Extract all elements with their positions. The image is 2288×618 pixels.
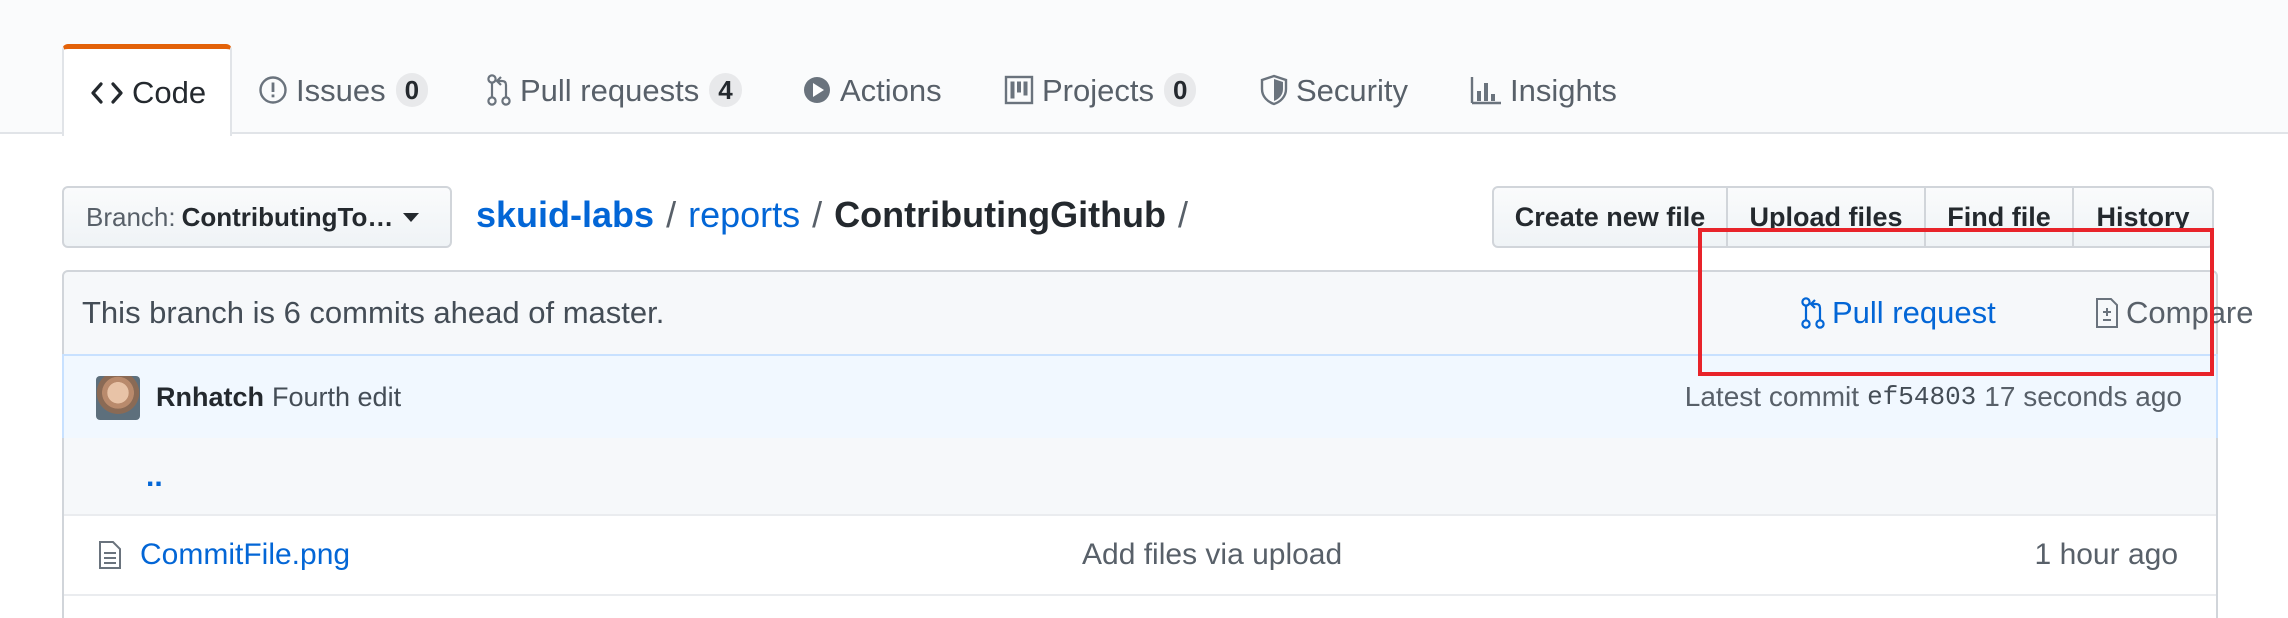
parent-directory-link[interactable]: .. [146, 438, 163, 516]
tab-label: Pull requests [520, 72, 700, 108]
repo-tab-nav: Code Issues 0 Pull requests 4 Actions Pr… [0, 0, 2288, 136]
file-actions-group: Create new file Upload files Find file H… [1492, 186, 2214, 248]
upload-files-button[interactable]: Upload files [1726, 186, 1926, 248]
commit-author[interactable]: Rnhatch [156, 382, 264, 413]
tab-label: Insights [1510, 72, 1617, 108]
breadcrumb-separator: / [812, 194, 823, 235]
branch-select-button[interactable]: Branch: ContributingTo… [62, 186, 452, 248]
projects-counter: 0 [1163, 72, 1197, 108]
branch-name: ContributingTo… [181, 201, 394, 232]
pull-requests-counter: 4 [709, 72, 742, 108]
tab-label: Projects [1042, 72, 1154, 108]
play-icon [802, 75, 832, 105]
breadcrumb-separator: / [1178, 194, 1189, 235]
file-table: .. CommitFile.png Add files via upload 1… [62, 438, 2218, 618]
branch-select-prefix: Branch: [86, 201, 176, 232]
project-icon [1004, 75, 1034, 105]
tab-insights[interactable]: Insights [1470, 46, 1617, 134]
pull-request-label: Pull request [1832, 295, 1996, 330]
compare-link[interactable]: Compare [2094, 272, 2254, 354]
compare-label: Compare [2126, 295, 2254, 330]
history-button[interactable]: History [2072, 186, 2214, 248]
pull-request-icon [1800, 296, 1826, 330]
shield-icon [1260, 74, 1288, 106]
create-new-file-button[interactable]: Create new file [1492, 186, 1728, 248]
latest-commit-bar: Rnhatch Fourth edit Latest commit ef5480… [62, 354, 2218, 440]
table-row: .. [64, 438, 2216, 516]
tab-actions[interactable]: Actions [802, 46, 942, 134]
breadcrumb-owner-link[interactable]: skuid-labs [476, 194, 654, 236]
file-age: 1 hour ago [2034, 538, 2178, 571]
file-name-link[interactable]: CommitFile.png [140, 516, 350, 594]
table-row: CommitFile.png Add files via upload 1 ho… [64, 516, 2216, 596]
breadcrumb: skuid-labs / reports / ContributingGithu… [476, 190, 1200, 240]
file-commit-message[interactable]: Add files via upload [1082, 516, 1342, 594]
breadcrumb-separator: / [666, 194, 677, 235]
tab-label: Issues [296, 72, 386, 108]
code-icon [90, 81, 124, 105]
graph-icon [1470, 75, 1502, 105]
breadcrumb-current-folder: ContributingGithub [834, 194, 1167, 235]
branch-status-bar: This branch is 6 commits ahead of master… [62, 270, 2254, 356]
commit-author-group: Rnhatch Fourth edit [156, 356, 401, 438]
tab-projects[interactable]: Projects 0 [1004, 46, 1197, 134]
pull-request-link[interactable]: Pull request [1800, 272, 1996, 354]
avatar[interactable] [96, 376, 140, 420]
breadcrumb-repo-link[interactable]: reports [688, 194, 800, 236]
chevron-down-icon [403, 212, 420, 222]
tab-code[interactable]: Code [62, 44, 232, 136]
tab-pull-requests[interactable]: Pull requests 4 [486, 46, 742, 134]
file-icon [98, 540, 122, 575]
commit-sha[interactable]: ef54803 [1867, 382, 1976, 412]
file-diff-icon [2094, 296, 2120, 330]
tab-label: Actions [840, 72, 942, 108]
commit-age: 17 seconds ago [1984, 381, 2182, 412]
tab-label: Security [1296, 72, 1408, 108]
tab-label: Code [132, 75, 207, 110]
commit-message[interactable]: Fourth edit [272, 382, 401, 413]
commit-meta: Latest commit ef54803 17 seconds ago [1685, 356, 2182, 438]
issue-icon [258, 75, 288, 105]
tab-issues[interactable]: Issues 0 [258, 46, 429, 134]
pull-request-icon [486, 73, 512, 107]
tab-security[interactable]: Security [1260, 46, 1408, 134]
issues-counter: 0 [395, 72, 429, 108]
latest-commit-prefix: Latest commit [1684, 381, 1860, 412]
find-file-button[interactable]: Find file [1924, 186, 2074, 248]
branch-status-message: This branch is 6 commits ahead of master… [82, 295, 665, 330]
